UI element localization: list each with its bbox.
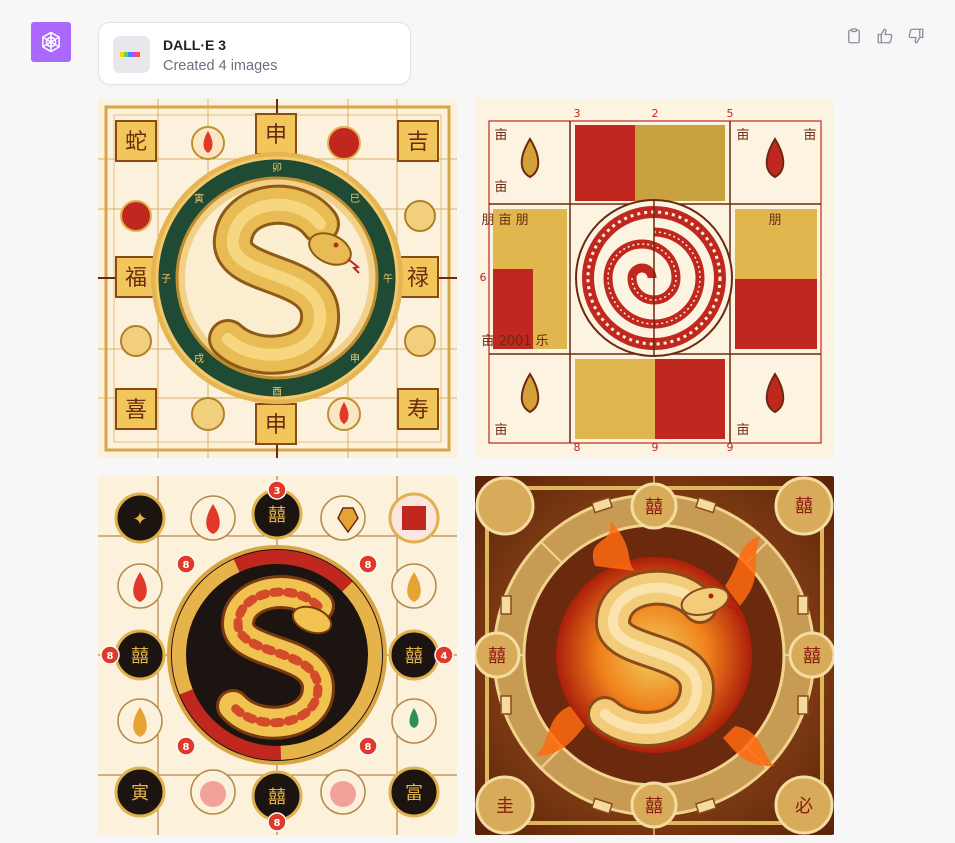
svg-text:囍: 囍 xyxy=(405,646,423,667)
svg-text:9: 9 xyxy=(652,441,659,454)
snake-zodiac-image: 蛇吉 喜寿 福禄 申申 卯酉 子 午 寅 巳 戌 申 xyxy=(98,99,457,458)
svg-text:喜: 喜 xyxy=(125,398,147,423)
svg-text:巳: 巳 xyxy=(350,193,360,205)
svg-text:申: 申 xyxy=(350,352,360,365)
thumbs-up-button[interactable] xyxy=(874,25,896,47)
svg-text:亩: 亩 xyxy=(494,422,507,438)
svg-text:囍: 囍 xyxy=(645,796,663,817)
svg-text:囍: 囍 xyxy=(268,787,286,808)
svg-text:✦: ✦ xyxy=(132,509,147,530)
svg-text:朋: 朋 xyxy=(768,213,781,228)
generated-image-1[interactable]: 蛇吉 喜寿 福禄 申申 卯 酉 子 午 寅 巳 戌 申 xyxy=(98,99,457,458)
svg-text:8: 8 xyxy=(365,560,372,571)
svg-text:寿: 寿 xyxy=(407,398,429,423)
svg-text:8: 8 xyxy=(274,818,281,829)
svg-text:富: 富 xyxy=(405,783,423,804)
svg-text:3: 3 xyxy=(274,486,281,497)
svg-text:2: 2 xyxy=(652,107,659,120)
svg-text:6: 6 xyxy=(480,271,487,284)
svg-text:3: 3 xyxy=(574,107,581,120)
clipboard-icon xyxy=(848,28,860,44)
svg-text:囍: 囍 xyxy=(268,505,286,526)
svg-text:亩: 亩 xyxy=(494,179,507,195)
dalle-tool-card[interactable]: DALL·E 3 Created 4 images xyxy=(98,22,411,85)
generated-image-2[interactable]: 亩亩 亩亩 朋 亩 朋朋 亩 2001 乐 亩亩 2 3 5 8 9 9 6 xyxy=(475,99,834,458)
svg-text:8: 8 xyxy=(574,441,581,454)
svg-text:福: 福 xyxy=(125,266,147,291)
svg-text:寅: 寅 xyxy=(194,192,204,205)
svg-text:子: 子 xyxy=(161,273,171,285)
tool-name: DALL·E 3 xyxy=(163,37,226,53)
generated-image-3[interactable]: 囍囍囍 寅囍富 ✦ 3 8 8 8 4 8 8 8 xyxy=(98,476,457,835)
svg-text:圭: 圭 xyxy=(496,796,514,817)
svg-text:吉: 吉 xyxy=(407,130,429,155)
svg-text:囍: 囍 xyxy=(795,496,813,517)
svg-text:囍: 囍 xyxy=(803,646,821,667)
svg-text:8: 8 xyxy=(183,742,190,753)
thumbs-down-icon xyxy=(908,28,924,44)
svg-text:午: 午 xyxy=(383,272,393,285)
svg-text:寅: 寅 xyxy=(131,783,149,804)
svg-text:朋 亩 朋: 朋 亩 朋 xyxy=(481,212,528,228)
assistant-avatar xyxy=(31,22,71,62)
svg-text:亩: 亩 xyxy=(736,127,749,143)
tool-status: Created 4 images xyxy=(163,58,278,74)
svg-text:囍: 囍 xyxy=(488,646,506,667)
snake-zodiac-image: 亩亩 亩亩 朋 亩 朋朋 亩 2001 乐 亩亩 2 3 5 8 9 9 6 xyxy=(475,99,834,458)
svg-text:卯: 卯 xyxy=(272,162,282,174)
svg-text:亩: 亩 xyxy=(803,127,816,143)
svg-text:申: 申 xyxy=(265,413,287,438)
svg-text:9: 9 xyxy=(727,441,734,454)
svg-text:亩 2001 乐: 亩 2001 乐 xyxy=(481,333,548,349)
copy-button[interactable] xyxy=(843,25,865,47)
svg-text:亩: 亩 xyxy=(736,422,749,438)
svg-text:囍: 囍 xyxy=(645,497,663,518)
svg-text:申: 申 xyxy=(265,123,287,148)
svg-text:8: 8 xyxy=(365,742,372,753)
snake-zodiac-image: 囍囍囍 寅囍富 ✦ 3 8 8 8 4 8 8 8 xyxy=(98,476,457,835)
thumbs-up-icon xyxy=(877,28,893,44)
color-bars-icon xyxy=(120,52,140,57)
snake-zodiac-image: 囍囍 囍囍 囍圭必 xyxy=(475,476,834,835)
svg-text:5: 5 xyxy=(727,107,734,120)
image-grid: 蛇吉 喜寿 福禄 申申 卯 酉 子 午 寅 巳 戌 申 亩 亩 亩 亩 朋 亩 … xyxy=(98,99,834,835)
svg-text:亩: 亩 xyxy=(494,127,507,143)
svg-text:4: 4 xyxy=(441,651,448,662)
dalle-thumbnail xyxy=(113,36,150,73)
svg-text:囍: 囍 xyxy=(131,646,149,667)
svg-text:8: 8 xyxy=(107,651,114,662)
svg-text:蛇: 蛇 xyxy=(125,130,147,155)
svg-text:酉: 酉 xyxy=(272,387,282,398)
svg-text:戌: 戌 xyxy=(194,352,204,365)
svg-text:8: 8 xyxy=(183,560,190,571)
openai-logo-icon xyxy=(42,31,60,53)
svg-text:必: 必 xyxy=(795,796,813,817)
svg-text:禄: 禄 xyxy=(407,266,429,291)
message-actions xyxy=(843,25,927,47)
generated-image-4[interactable]: 囍囍囍囍 囍圭必 xyxy=(475,476,834,835)
thumbs-down-button[interactable] xyxy=(905,25,927,47)
